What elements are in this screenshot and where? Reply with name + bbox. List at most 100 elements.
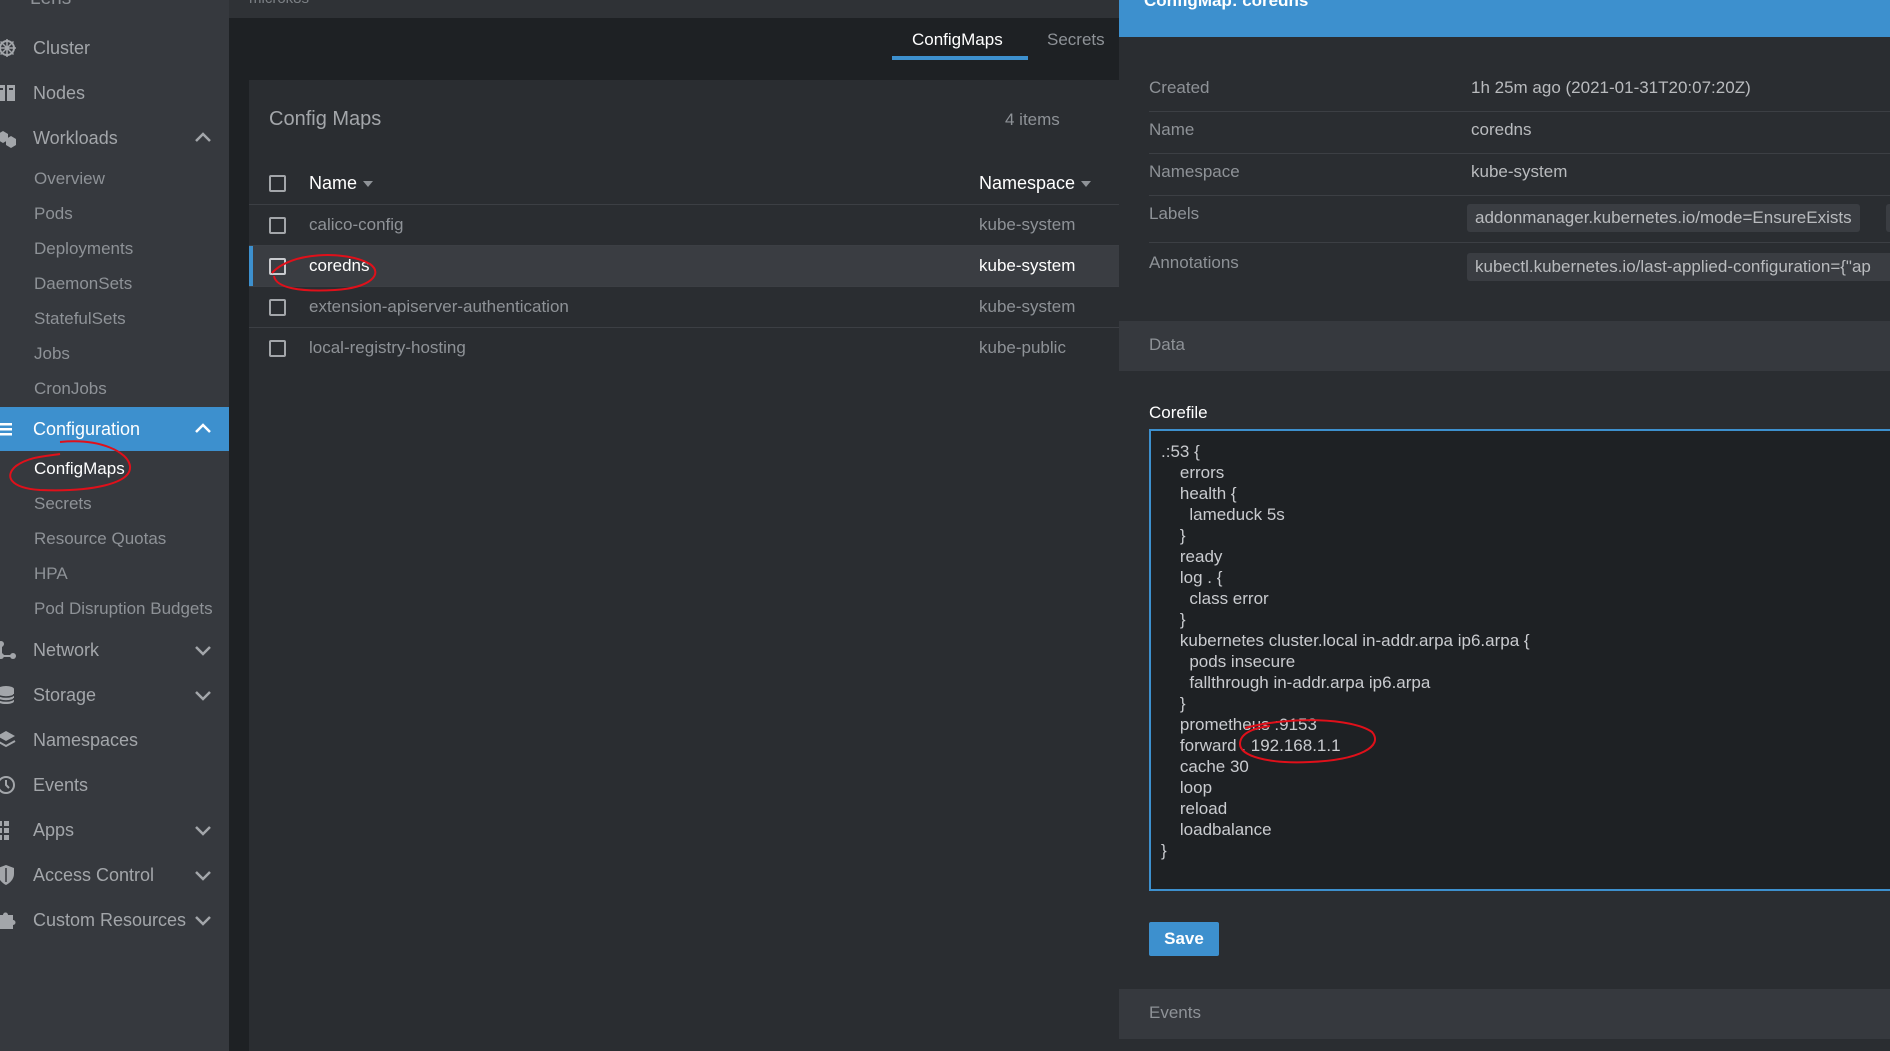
- item-count: 4 items: [1005, 110, 1060, 129]
- network-icon: [0, 639, 18, 661]
- chevron-down-icon[interactable]: [191, 818, 215, 842]
- sidebar-sub-statefulsets[interactable]: StatefulSets: [34, 304, 126, 334]
- row-checkbox[interactable]: [269, 340, 286, 357]
- table-row[interactable]: extension-apiserver-authentication kube-…: [249, 287, 1119, 328]
- sort-caret-icon: [363, 180, 374, 187]
- save-button[interactable]: Save: [1149, 922, 1219, 956]
- row-namespace: kube-system: [979, 215, 1076, 234]
- row-checkbox[interactable]: [269, 258, 286, 275]
- sidebar-item-label: Access Control: [33, 864, 155, 885]
- column-header-label: Namespace: [979, 173, 1076, 193]
- detail-label: Labels: [1149, 204, 1200, 223]
- sidebar-item-cluster[interactable]: Cluster: [0, 28, 229, 68]
- corefile-text[interactable]: .:53 { errors health { lameduck 5s } rea…: [1161, 441, 1530, 861]
- select-all-checkbox[interactable]: [269, 175, 286, 192]
- table-row[interactable]: coredns kube-system: [249, 246, 1119, 287]
- sidebar-item-label: Network: [33, 639, 100, 660]
- chevron-down-icon[interactable]: [191, 638, 215, 662]
- sidebar-sub-secrets[interactable]: Secrets: [34, 489, 92, 519]
- sidebar-sub-daemonsets[interactable]: DaemonSets: [34, 269, 132, 299]
- sidebar-item-events[interactable]: Events: [0, 765, 229, 805]
- sidebar-top-label: Lens: [30, 0, 71, 10]
- drawer-title: ConfigMap: coredns: [1144, 0, 1309, 10]
- detail-label: Annotations: [1149, 253, 1239, 272]
- corefile-label: Corefile: [1149, 403, 1208, 422]
- corefile-editor[interactable]: .:53 { errors health { lameduck 5s } rea…: [1149, 429, 1890, 891]
- row-checkbox[interactable]: [269, 217, 286, 234]
- shield-icon: [0, 864, 18, 886]
- top-bar: microk8s: [229, 0, 1119, 18]
- row-checkbox[interactable]: [269, 299, 286, 316]
- main-content: microk8s ConfigMaps Secrets Config Maps …: [229, 0, 1119, 1051]
- sidebar-sub-hpa[interactable]: HPA: [34, 559, 68, 589]
- events-section-header: Events: [1119, 989, 1890, 1039]
- chevron-up-icon[interactable]: [191, 417, 215, 441]
- column-header-namespace[interactable]: Namespace: [979, 173, 1092, 194]
- row-namespace: kube-public: [979, 338, 1066, 357]
- sidebar-sub-pods[interactable]: Pods: [34, 199, 73, 229]
- detail-value: coredns: [1471, 120, 1532, 139]
- section-title: Data: [1149, 335, 1185, 354]
- sidebar-item-label: Configuration: [33, 418, 141, 439]
- detail-value: 1h 25m ago (2021-01-31T20:07:20Z): [1471, 78, 1751, 97]
- sidebar-sub-overview[interactable]: Overview: [34, 164, 105, 194]
- section-title: Events: [1149, 1003, 1201, 1022]
- sidebar-sub-deployments[interactable]: Deployments: [34, 234, 133, 264]
- detail-label: Namespace: [1149, 162, 1240, 181]
- detail-labels: Labels addonmanager.kubernetes.io/mode=E…: [1149, 196, 1890, 243]
- label-chip-overflow: [1886, 204, 1890, 232]
- data-section-header: Data: [1119, 321, 1890, 371]
- tab-configmaps[interactable]: ConfigMaps: [912, 30, 1003, 50]
- sidebar-sub-configmaps[interactable]: ConfigMaps: [34, 454, 125, 484]
- sidebar-item-storage[interactable]: Storage: [0, 675, 229, 715]
- chevron-up-icon[interactable]: [191, 126, 215, 150]
- sidebar-item-namespaces[interactable]: Namespaces: [0, 720, 229, 760]
- sidebar-item-network[interactable]: Network: [0, 630, 229, 670]
- sidebar-sub-cronjobs[interactable]: CronJobs: [34, 374, 107, 404]
- sidebar-item-label: Nodes: [33, 82, 86, 103]
- list-icon: [0, 418, 18, 440]
- table-row[interactable]: calico-config kube-system: [249, 205, 1119, 246]
- label-chip: addonmanager.kubernetes.io/mode=EnsureEx…: [1467, 204, 1860, 232]
- helm-wheel-icon: [0, 37, 18, 59]
- detail-created: Created 1h 25m ago (2021-01-31T20:07:20Z…: [1149, 70, 1890, 112]
- sidebar-item-label: Namespaces: [33, 729, 139, 750]
- detail-name: Name coredns: [1149, 112, 1890, 154]
- column-header-name[interactable]: Name: [309, 173, 374, 194]
- chevron-down-icon[interactable]: [191, 683, 215, 707]
- panel-title: Config Maps: [269, 108, 382, 130]
- detail-namespace: Namespace kube-system: [1149, 154, 1890, 196]
- sort-caret-icon: [1081, 180, 1092, 187]
- row-name: coredns: [309, 256, 370, 275]
- sidebar-item-label: Custom Resources: [33, 909, 187, 930]
- sidebar-item-configuration[interactable]: Configuration: [0, 407, 229, 451]
- sidebar: Lens Cluster Nodes Workloads Overview Po…: [0, 0, 229, 1051]
- configmaps-table-panel: Config Maps 4 items Name Namespace calic…: [249, 80, 1119, 1051]
- sidebar-item-apps[interactable]: Apps: [0, 810, 229, 850]
- sidebar-item-access-control[interactable]: Access Control: [0, 855, 229, 895]
- chevron-down-icon[interactable]: [191, 908, 215, 932]
- clock-icon: [0, 774, 18, 796]
- sidebar-sub-jobs[interactable]: Jobs: [34, 339, 70, 369]
- sidebar-item-nodes[interactable]: Nodes: [0, 73, 229, 113]
- column-header-label: Name: [309, 173, 358, 193]
- table-header: Name Namespace: [249, 161, 1119, 205]
- tab-secrets[interactable]: Secrets: [1047, 30, 1105, 50]
- sidebar-sub-pod-disruption-budgets[interactable]: Pod Disruption Budgets: [34, 594, 213, 624]
- sidebar-sub-resource-quotas[interactable]: Resource Quotas: [34, 524, 166, 554]
- database-icon: [0, 684, 18, 706]
- detail-value: kube-system: [1471, 162, 1568, 181]
- row-namespace: kube-system: [979, 297, 1076, 316]
- configmap-details-drawer: ConfigMap: coredns Created 1h 25m ago (2…: [1119, 0, 1890, 1051]
- table-row[interactable]: local-registry-hosting kube-public: [249, 328, 1119, 369]
- chevron-down-icon[interactable]: [191, 863, 215, 887]
- layers-icon: [0, 729, 18, 751]
- breadcrumb: microk8s: [249, 0, 309, 7]
- sidebar-item-custom-resources[interactable]: Custom Resources: [0, 900, 229, 940]
- sidebar-item-label: Workloads: [33, 127, 118, 148]
- apps-grid-icon: [0, 819, 18, 841]
- detail-annotations: Annotations kubectl.kubernetes.io/last-a…: [1149, 243, 1890, 293]
- workloads-icon: [0, 127, 18, 149]
- row-name: local-registry-hosting: [309, 338, 466, 357]
- sidebar-item-workloads[interactable]: Workloads: [0, 118, 229, 158]
